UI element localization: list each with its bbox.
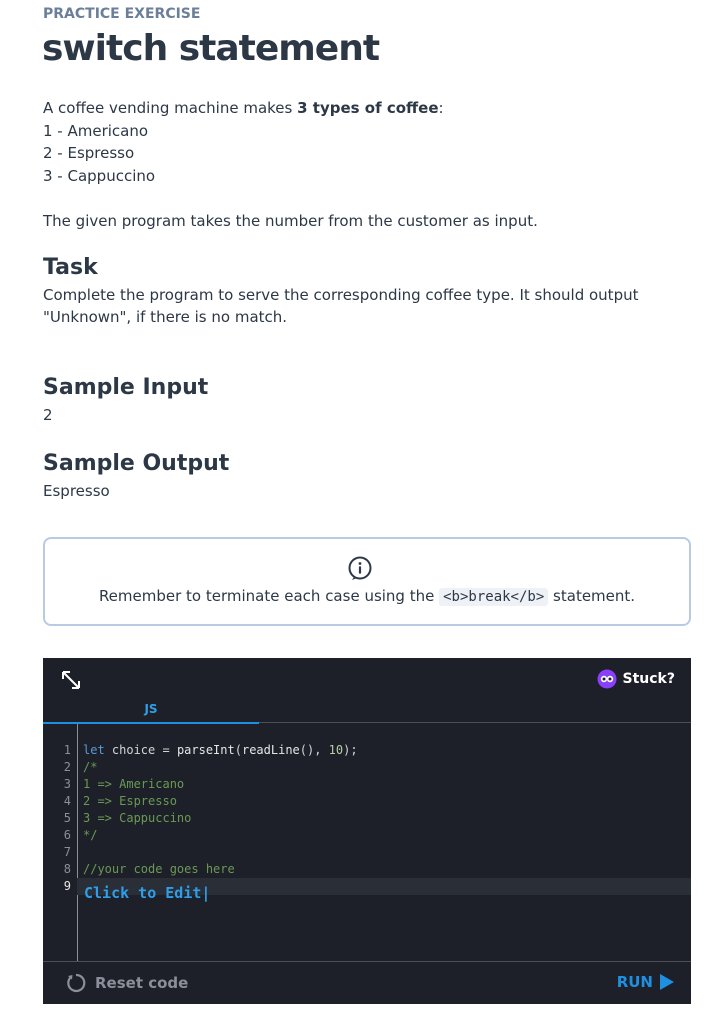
run-label: RUN	[616, 973, 653, 991]
reset-icon	[67, 973, 86, 993]
code-line[interactable]: let choice = parseInt(readLine(), 10);	[83, 742, 691, 759]
option-item: 2 - Espresso	[43, 144, 135, 162]
code-line[interactable]: //your code goes here	[83, 861, 691, 878]
stuck-label: Stuck?	[622, 671, 675, 687]
editor-footer: Reset code RUN	[43, 961, 691, 1004]
code-area[interactable]: 1 2 3 4 5 6 7 8 9 let choice = parseInt(…	[43, 724, 691, 961]
line-number: 2	[63, 760, 71, 774]
exercise-description: A coffee vending machine makes 3 types o…	[43, 97, 683, 232]
gutter-divider	[77, 724, 78, 961]
code-line[interactable]: */	[83, 827, 691, 844]
line-number-gutter: 1 2 3 4 5 6 7 8 9	[43, 742, 77, 895]
code-line[interactable]: 1 => Americano	[83, 776, 691, 793]
hint-code: <b>break</b>	[439, 588, 549, 606]
line-number: 1	[63, 743, 71, 757]
tab-js[interactable]: JS	[43, 700, 259, 724]
stuck-button[interactable]: Stuck?	[597, 669, 675, 689]
code-editor: Stuck? JS 1 2 3 4 5 6 7 8 9 let choice =…	[43, 658, 691, 1004]
hint-text: Remember to terminate each case using th…	[45, 587, 689, 606]
click-to-edit[interactable]: Click to Edit|	[84, 884, 210, 902]
option-item: 1 - Americano	[43, 121, 149, 140]
reset-code-button[interactable]: Reset code	[65, 972, 188, 994]
code-line[interactable]: /*	[83, 759, 691, 776]
reset-label: Reset code	[95, 974, 189, 992]
tab-divider	[259, 722, 691, 723]
hint-suffix: statement.	[548, 587, 636, 605]
exercise-eyebrow: PRACTICE EXERCISE	[43, 6, 201, 22]
page-title: switch statement	[42, 28, 380, 69]
sample-output-heading: Sample Output	[43, 451, 230, 476]
intro-line: A coffee vending machine makes 3 types o…	[43, 97, 683, 120]
sample-input-heading: Sample Input	[43, 375, 209, 400]
line-number: 3	[63, 777, 71, 791]
mascot-icon	[597, 669, 617, 689]
hint-box: Remember to terminate each case using th…	[43, 537, 691, 626]
line-number: 8	[63, 862, 71, 876]
intro-suffix: :	[438, 99, 444, 117]
line-number: 6	[63, 828, 71, 842]
info-icon	[348, 556, 372, 580]
program-note: The given program takes the number from …	[43, 211, 538, 230]
hint-prefix: Remember to terminate each case using th…	[98, 587, 440, 605]
code-lines[interactable]: let choice = parseInt(readLine(), 10); /…	[77, 742, 691, 895]
line-number: 4	[63, 794, 71, 808]
line-number: 7	[63, 845, 71, 859]
sample-output-value: Espresso	[43, 482, 110, 500]
code-line[interactable]: 3 => Cappuccino	[83, 810, 691, 827]
editor-toolbar: Stuck? JS	[43, 658, 691, 724]
line-number: 5	[63, 811, 71, 825]
intro-bold: 3 types of coffee	[297, 99, 439, 117]
sample-input-value: 2	[43, 406, 53, 424]
task-text: Complete the program to serve the corres…	[43, 286, 639, 326]
code-line[interactable]	[83, 844, 691, 861]
intro-prefix: A coffee vending machine makes	[43, 99, 298, 117]
option-item: 3 - Cappuccino	[43, 166, 156, 185]
play-icon	[660, 974, 674, 990]
code-line[interactable]: 2 => Espresso	[83, 793, 691, 810]
expand-icon[interactable]	[60, 669, 82, 691]
run-button[interactable]: RUN	[617, 973, 675, 991]
task-heading: Task	[43, 255, 98, 280]
line-number: 9	[63, 879, 71, 893]
